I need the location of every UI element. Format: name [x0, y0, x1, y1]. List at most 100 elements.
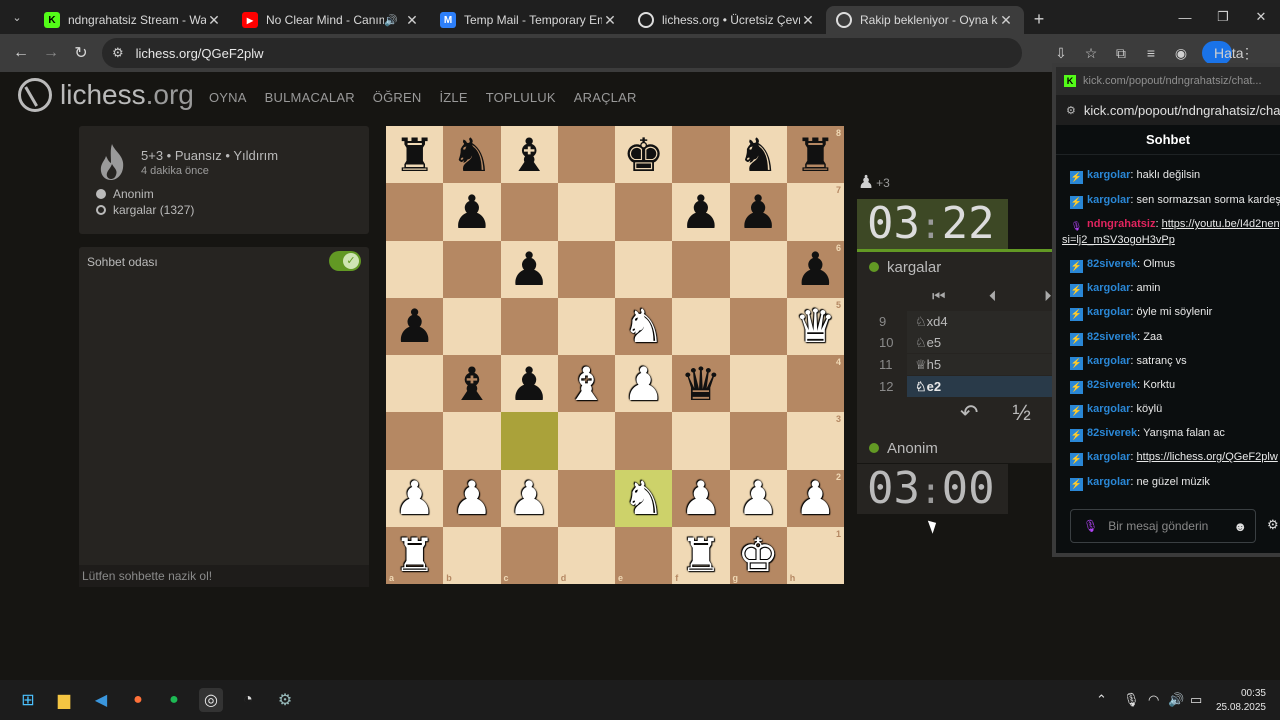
emoji-icon[interactable]: ☻	[1233, 519, 1247, 534]
chat-username[interactable]: kargolar	[1087, 194, 1130, 206]
speaker-icon[interactable]: 🔊	[384, 14, 398, 27]
square-a8[interactable]: ♜	[386, 126, 444, 184]
nav-watch[interactable]: İZLE	[439, 90, 467, 105]
chat-username[interactable]: kargolar	[1087, 306, 1130, 318]
system-clock[interactable]: 00:35 25.08.2025	[1216, 687, 1266, 715]
square-a5[interactable]: ♟	[386, 297, 444, 355]
tab-1[interactable]: ▶ No Clear Mind - Canım Kar 🔊 ✕	[232, 6, 430, 34]
chat-username[interactable]: kargolar	[1087, 451, 1130, 463]
square-g8[interactable]: ♞	[729, 126, 787, 184]
settings-gear-icon[interactable]: ⚙	[1267, 517, 1279, 533]
nav-learn[interactable]: ÖĞREN	[373, 90, 422, 105]
square-b5[interactable]	[443, 297, 501, 355]
chat-username[interactable]: ndngrahatsiz	[1087, 218, 1155, 230]
tab-3[interactable]: lichess.org • Ücretsiz Çevrimiçi ✕	[628, 6, 826, 34]
square-g2[interactable]: ♟	[729, 469, 787, 527]
obs-icon[interactable]: ◔	[236, 688, 260, 712]
square-a4[interactable]	[386, 355, 444, 413]
square-c3[interactable]	[500, 412, 558, 470]
profile-icon[interactable]: ◉	[1166, 45, 1196, 62]
firefox-icon[interactable]: ●	[126, 688, 150, 712]
nav-tools[interactable]: ARAÇLAR	[574, 90, 637, 105]
square-h2[interactable]: ♟ 2	[786, 469, 844, 527]
new-tab-icon[interactable]: +	[1024, 9, 1054, 30]
black-pawn-icon[interactable]: ♟	[795, 246, 836, 292]
chat-username[interactable]: kargolar	[1087, 476, 1130, 488]
back-icon[interactable]: ←	[6, 38, 36, 68]
takeback-icon[interactable]: ↶	[960, 400, 978, 426]
square-d6[interactable]	[557, 240, 615, 298]
square-c7[interactable]	[500, 183, 558, 241]
nav-play[interactable]: OYNA	[209, 90, 247, 105]
white-pawn-icon[interactable]: ♟	[738, 475, 779, 521]
wifi-icon[interactable]: ◠	[1148, 692, 1159, 708]
square-c5[interactable]	[500, 297, 558, 355]
white-pawn-icon[interactable]: ♟	[394, 475, 435, 521]
square-f3[interactable]	[672, 412, 730, 470]
chat-username[interactable]: kargolar	[1087, 282, 1130, 294]
chat-username[interactable]: 82siverek	[1087, 331, 1137, 343]
square-d7[interactable]	[557, 183, 615, 241]
square-h3[interactable]: 3	[786, 412, 844, 470]
move-row[interactable]: 11 ♕h5	[857, 354, 1052, 375]
move-san[interactable]: ♘e5	[907, 332, 1052, 353]
square-b6[interactable]	[443, 240, 501, 298]
kick-message-input[interactable]: 🎙 Bir mesaj gönderin ☻	[1070, 509, 1256, 543]
square-d4[interactable]: ♝	[557, 355, 615, 413]
chess-board[interactable]: ♜ ♞ ♝ ♚ ♞ ♜ 8 ♟ ♟ ♟ 7 ♟ ♟ 6 ♟ ♞ ♛ 5 ♝ ♟ ♝ ♟ ♛ 4 3 ♟ ♟ ♟ ♞ ♟ ♟ ♟ 2 ♜ a b c d e ♜…	[386, 126, 844, 584]
close-icon[interactable]: ✕	[206, 12, 222, 29]
first-move-icon[interactable]: ⏮	[932, 288, 946, 305]
move-row-current[interactable]: 12 ♘e2	[857, 376, 1052, 397]
black-knight-icon[interactable]: ♞	[451, 132, 492, 178]
chat-toggle[interactable]: ✓	[329, 251, 361, 271]
black-rook-icon[interactable]: ♜	[394, 132, 435, 178]
square-f6[interactable]	[672, 240, 730, 298]
square-b4[interactable]: ♝	[443, 355, 501, 413]
black-queen-icon[interactable]: ♛	[680, 361, 721, 407]
white-pawn-icon[interactable]: ♟	[680, 475, 721, 521]
site-info-icon[interactable]: ⚙	[1066, 104, 1076, 117]
square-d8[interactable]	[557, 126, 615, 184]
black-pawn-icon[interactable]: ♟	[509, 246, 550, 292]
black-pawn-icon[interactable]: ♟	[738, 189, 779, 235]
white-knight-icon[interactable]: ♞	[623, 475, 664, 521]
square-e3[interactable]	[615, 412, 673, 470]
chat-link[interactable]: https://lichess.org/QGeF2plw	[1137, 451, 1278, 463]
square-c8[interactable]: ♝	[500, 126, 558, 184]
profile-error-button[interactable]: Hata	[1202, 41, 1244, 65]
microphone-icon[interactable]: 🎙	[1123, 692, 1140, 708]
black-king-icon[interactable]: ♚	[623, 132, 664, 178]
move-row[interactable]: 10 ♘e5	[857, 332, 1052, 353]
square-g3[interactable]	[729, 412, 787, 470]
chat-input[interactable]: Lütfen sohbette nazik ol!	[79, 565, 369, 587]
square-f2[interactable]: ♟	[672, 469, 730, 527]
tab-4[interactable]: Rakip bekleniyor - Oyna kargala ✕	[826, 6, 1024, 34]
maximize-icon[interactable]: ❐	[1204, 0, 1242, 34]
square-b8[interactable]: ♞	[443, 126, 501, 184]
square-h4[interactable]: 4	[786, 355, 844, 413]
nav-puzzles[interactable]: BULMACALAR	[265, 90, 355, 105]
move-san[interactable]: ♘e2	[907, 376, 1052, 397]
black-player-entry[interactable]: kargalar (1327)	[96, 203, 194, 217]
chat-username[interactable]: kargolar	[1087, 169, 1130, 181]
move-san[interactable]: ♕h5	[907, 354, 1052, 375]
chat-username[interactable]: kargolar	[1087, 355, 1130, 367]
reload-icon[interactable]: ↻	[66, 38, 96, 68]
square-a6[interactable]	[386, 240, 444, 298]
black-pawn-icon[interactable]: ♟	[680, 189, 721, 235]
square-f7[interactable]: ♟	[672, 183, 730, 241]
vscode-icon[interactable]: ◀	[89, 688, 113, 712]
white-king-icon[interactable]: ♚	[738, 532, 779, 578]
battery-icon[interactable]: ▭	[1190, 692, 1202, 708]
spotify-icon[interactable]: ●	[162, 688, 186, 712]
square-b2[interactable]: ♟	[443, 469, 501, 527]
settings-icon[interactable]: ⚙	[273, 688, 297, 712]
black-bishop-icon[interactable]: ♝	[509, 132, 550, 178]
white-bishop-icon[interactable]: ♝	[566, 361, 607, 407]
square-g1[interactable]: ♚ g	[729, 526, 787, 584]
chat-username[interactable]: 82siverek	[1087, 379, 1137, 391]
square-e4[interactable]: ♟	[615, 355, 673, 413]
white-pawn-icon[interactable]: ♟	[623, 361, 664, 407]
square-g5[interactable]	[729, 297, 787, 355]
prev-move-icon[interactable]: ⏴	[989, 288, 997, 305]
